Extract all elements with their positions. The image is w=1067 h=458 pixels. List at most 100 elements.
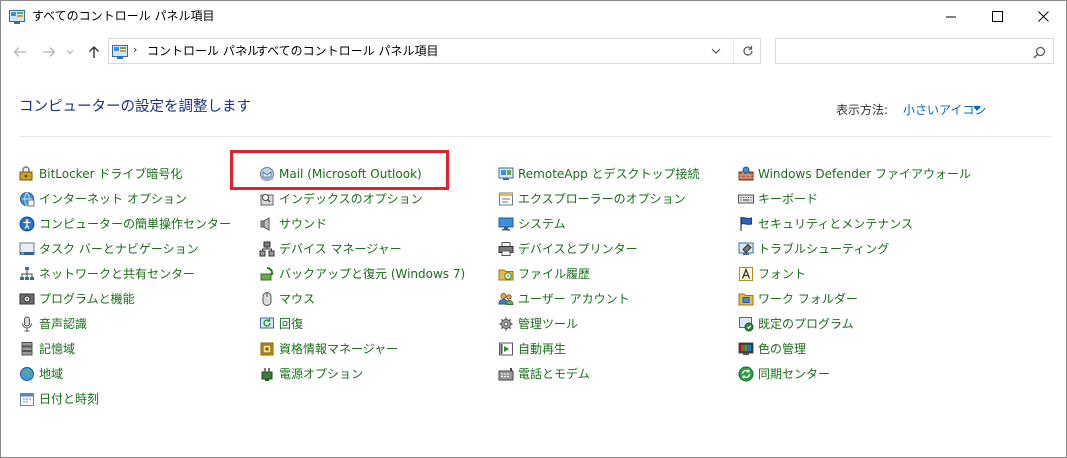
control-panel-icon bbox=[9, 9, 25, 24]
header-divider bbox=[19, 136, 1051, 137]
close-button[interactable] bbox=[1020, 1, 1066, 32]
control-panel-item-label: 電話とモデム bbox=[518, 366, 590, 381]
control-panel-item[interactable]: デバイスとプリンター bbox=[498, 238, 638, 260]
recent-locations-button[interactable] bbox=[63, 41, 77, 63]
control-panel-item[interactable]: エクスプローラーのオプション bbox=[498, 188, 686, 210]
up-button[interactable] bbox=[84, 41, 104, 63]
control-panel-item[interactable]: デバイス マネージャー bbox=[259, 238, 402, 260]
control-panel-item-label: 回復 bbox=[279, 316, 304, 331]
control-panel-item[interactable]: 地域 bbox=[19, 363, 63, 385]
control-panel-item-label: サウンド bbox=[279, 216, 328, 231]
control-panel-item[interactable]: キーボード bbox=[738, 188, 818, 210]
control-panel-item[interactable]: バックアップと復元 (Windows 7) bbox=[259, 263, 465, 285]
control-panel-item[interactable]: フォント bbox=[738, 263, 806, 285]
system-icon bbox=[498, 216, 514, 232]
refresh-button[interactable] bbox=[733, 39, 761, 63]
programs-icon bbox=[19, 291, 35, 307]
control-panel-item-label: トラブルシューティング bbox=[758, 241, 890, 256]
calendar-icon bbox=[19, 391, 35, 407]
control-panel-item[interactable]: 色の管理 bbox=[738, 338, 806, 360]
control-panel-item[interactable]: ユーザー アカウント bbox=[498, 288, 630, 310]
mouse-icon bbox=[259, 291, 275, 307]
printer-icon bbox=[498, 241, 514, 257]
highlight-box bbox=[230, 150, 449, 190]
control-panel-item-label: バックアップと復元 (Windows 7) bbox=[279, 266, 466, 281]
control-panel-item-label: システム bbox=[518, 216, 566, 231]
backup-icon bbox=[259, 266, 275, 282]
address-dropdown-button[interactable] bbox=[703, 39, 729, 63]
microphone-icon bbox=[19, 316, 35, 332]
control-panel-item[interactable]: 日付と時刻 bbox=[19, 388, 99, 410]
control-panel-item[interactable]: ネットワークと共有センター bbox=[19, 263, 195, 285]
control-panel-item[interactable]: プログラムと機能 bbox=[19, 288, 135, 310]
control-panel-item[interactable]: セキュリティとメンテナンス bbox=[738, 213, 913, 235]
window: すべてのコントロール パネル項目 › コントロール パネル › すべてのコントロ… bbox=[0, 0, 1067, 458]
control-panel-item-label: 管理ツール bbox=[518, 316, 579, 331]
address-bar[interactable]: › コントロール パネル › すべてのコントロール パネル項目 bbox=[108, 38, 761, 64]
control-panel-item[interactable]: コンピューターの簡単操作センター bbox=[19, 213, 231, 235]
control-panel-item[interactable]: 記憶域 bbox=[19, 338, 75, 360]
control-panel-item[interactable]: 電話とモデム bbox=[498, 363, 590, 385]
control-panel-item-label: キーボード bbox=[758, 191, 819, 206]
control-panel-item[interactable]: システム bbox=[498, 213, 566, 235]
title-bar[interactable]: すべてのコントロール パネル項目 bbox=[1, 1, 1066, 32]
control-panel-item[interactable]: トラブルシューティング bbox=[738, 238, 889, 260]
control-panel-item[interactable]: ファイル履歴 bbox=[498, 263, 590, 285]
control-panel-item[interactable]: 資格情報マネージャー bbox=[259, 338, 398, 360]
control-panel-item[interactable]: 同期センター bbox=[738, 363, 830, 385]
control-panel-item[interactable]: 管理ツール bbox=[498, 313, 578, 335]
ease-of-access-icon bbox=[19, 216, 35, 232]
color-management-icon bbox=[738, 341, 754, 357]
maximize-button[interactable] bbox=[974, 1, 1020, 32]
control-panel-item-label: ファイル履歴 bbox=[518, 266, 591, 281]
remoteapp-icon bbox=[498, 166, 514, 182]
control-panel-item[interactable]: 音声認識 bbox=[19, 313, 87, 335]
control-panel-item-label: BitLocker ドライブ暗号化 bbox=[39, 166, 183, 181]
control-panel-icon bbox=[112, 44, 128, 59]
control-panel-item[interactable]: Windows Defender ファイアウォール bbox=[738, 163, 971, 185]
firewall-icon bbox=[738, 166, 754, 182]
page-title: コンピューターの設定を調整します bbox=[19, 99, 251, 115]
control-panel-item-label: デバイス マネージャー bbox=[279, 241, 402, 256]
control-panel-item[interactable]: タスク バーとナビゲーション bbox=[19, 238, 199, 260]
control-panel-item-label: 自動再生 bbox=[518, 341, 567, 356]
control-panel-item-label: マウス bbox=[279, 291, 316, 306]
users-icon bbox=[498, 291, 514, 307]
default-programs-icon bbox=[738, 316, 754, 332]
control-panel-item[interactable]: BitLocker ドライブ暗号化 bbox=[19, 163, 182, 185]
control-panel-item[interactable]: サウンド bbox=[259, 213, 327, 235]
bitlocker-icon bbox=[19, 166, 35, 182]
control-panel-item[interactable]: インデックスのオプション bbox=[259, 188, 423, 210]
breadcrumb-separator[interactable]: › bbox=[243, 43, 247, 56]
admin-tools-icon bbox=[498, 316, 514, 332]
phone-modem-icon bbox=[498, 366, 514, 382]
search-box[interactable] bbox=[775, 38, 1054, 64]
control-panel-item-label: インデックスのオプション bbox=[279, 191, 423, 206]
control-panel-item[interactable]: インターネット オプション bbox=[19, 188, 187, 210]
sync-icon bbox=[738, 366, 754, 382]
control-panel-item-label: 既定のプログラム bbox=[758, 316, 854, 331]
control-panel-item[interactable]: マウス bbox=[259, 288, 315, 310]
forward-button[interactable] bbox=[39, 41, 59, 63]
window-title: すべてのコントロール パネル項目 bbox=[32, 9, 215, 23]
control-panel-item-label: コンピューターの簡単操作センター bbox=[39, 216, 232, 231]
view-by-caret-icon[interactable] bbox=[973, 106, 981, 111]
control-panel-item-label: デバイスとプリンター bbox=[518, 241, 638, 256]
control-panel-item[interactable]: 回復 bbox=[259, 313, 303, 335]
control-panel-item[interactable]: 電源オプション bbox=[259, 363, 363, 385]
flag-icon bbox=[738, 216, 754, 232]
control-panel-item[interactable]: 自動再生 bbox=[498, 338, 566, 360]
breadcrumb-separator[interactable]: › bbox=[133, 43, 137, 56]
credential-icon bbox=[259, 341, 275, 357]
troubleshoot-icon bbox=[738, 241, 754, 257]
control-panel-item[interactable]: RemoteApp とデスクトップ接続 bbox=[498, 163, 700, 185]
back-button[interactable] bbox=[10, 41, 30, 63]
control-panel-item[interactable]: ワーク フォルダー bbox=[738, 288, 858, 310]
breadcrumb-all-items[interactable]: すべてのコントロール パネル項目 bbox=[256, 44, 439, 59]
minimize-button[interactable] bbox=[928, 1, 974, 32]
search-input[interactable] bbox=[780, 42, 1024, 62]
work-folders-icon bbox=[738, 291, 754, 307]
search-icon[interactable] bbox=[1033, 44, 1046, 63]
control-panel-item[interactable]: 既定のプログラム bbox=[738, 313, 854, 335]
network-icon bbox=[19, 266, 35, 282]
